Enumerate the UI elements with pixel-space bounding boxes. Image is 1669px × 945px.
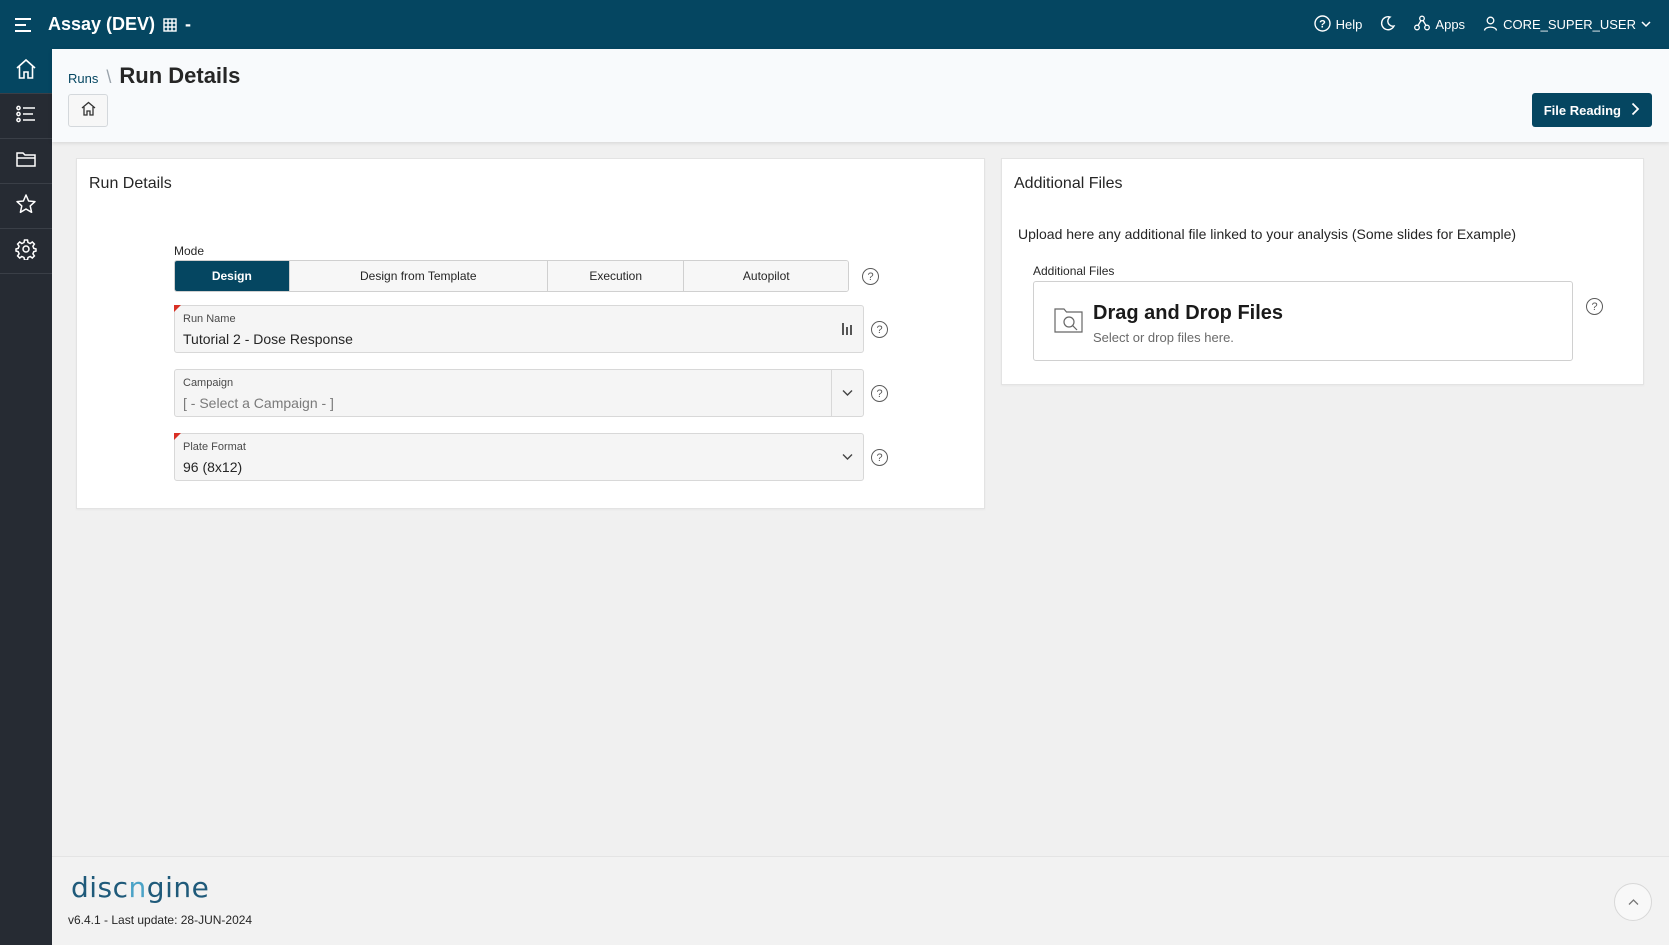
- mode-segmented-control: Design Design from Template Execution Au…: [174, 260, 849, 292]
- gear-icon: [15, 238, 37, 265]
- user-label: CORE_SUPER_USER: [1503, 17, 1636, 32]
- home-button[interactable]: [68, 94, 108, 127]
- home-icon: [81, 101, 96, 121]
- sidebar-item-settings[interactable]: [0, 229, 52, 274]
- additional-files-help-icon[interactable]: ?: [1586, 298, 1603, 315]
- run-name-value[interactable]: Tutorial 2 - Dose Response: [183, 331, 353, 347]
- help-label: Help: [1335, 17, 1363, 32]
- plate-format-select[interactable]: Plate Format 96 (8x12): [174, 433, 864, 481]
- app-title-text: Assay (DEV): [48, 14, 156, 34]
- file-reading-label: File Reading: [1543, 102, 1621, 118]
- app-title-suffix: -: [185, 14, 192, 34]
- logo-part-n: n: [128, 871, 147, 904]
- sidebar: [0, 49, 52, 945]
- apps-label: Apps: [1435, 17, 1466, 32]
- folder-search-icon: [1054, 306, 1084, 339]
- campaign-help-icon[interactable]: ?: [871, 385, 888, 402]
- help-menu[interactable]: ? Help: [1313, 14, 1363, 35]
- mode-autopilot-button[interactable]: Autopilot: [684, 261, 848, 291]
- user-menu[interactable]: CORE_SUPER_USER: [1483, 16, 1651, 34]
- folder-icon: [15, 148, 37, 175]
- additional-files-description: Upload here any additional file linked t…: [1018, 226, 1517, 242]
- breadcrumb: Runs \ Run Details: [68, 63, 240, 89]
- campaign-label: Campaign: [183, 377, 234, 389]
- mode-label: Mode: [174, 244, 205, 258]
- chevron-up-icon: [1628, 893, 1639, 911]
- file-reading-button[interactable]: File Reading: [1531, 93, 1652, 127]
- run-name-label: Run Name: [183, 313, 236, 325]
- page-title: Run Details: [119, 63, 241, 88]
- breadcrumb-runs-link[interactable]: Runs: [68, 71, 98, 86]
- scroll-to-top-button[interactable]: [1614, 883, 1652, 921]
- logo-part-a: disc: [71, 871, 129, 904]
- apps-network-icon: [1414, 15, 1431, 34]
- run-details-card-title: Run Details: [89, 175, 172, 192]
- home-icon: [15, 58, 37, 85]
- campaign-placeholder: [ - Select a Campaign - ]: [183, 395, 334, 411]
- sidebar-item-favorites[interactable]: [0, 184, 52, 229]
- svg-text:?: ?: [1319, 18, 1326, 30]
- discngine-logo: discngine: [71, 871, 209, 904]
- star-icon: [15, 193, 37, 220]
- dropzone-subtitle: Select or drop files here.: [1093, 330, 1234, 345]
- file-dropzone[interactable]: Drag and Drop Files Select or drop files…: [1033, 281, 1573, 361]
- mode-help-icon[interactable]: ?: [862, 268, 879, 285]
- sidebar-item-home[interactable]: [0, 49, 52, 94]
- breadcrumb-separator: \: [106, 67, 112, 87]
- version-text: v6.4.1 - Last update: 28-JUN-2024: [68, 913, 253, 927]
- chevron-down-icon: [1641, 17, 1651, 32]
- hamburger-menu-icon[interactable]: [0, 0, 48, 49]
- sidebar-item-list[interactable]: [0, 94, 52, 139]
- additional-files-card-title: Additional Files: [1014, 175, 1123, 192]
- mode-execution-button[interactable]: Execution: [547, 261, 685, 291]
- apps-menu[interactable]: Apps: [1414, 15, 1465, 34]
- chevron-right-icon: [1631, 102, 1640, 119]
- mode-design-button[interactable]: Design: [175, 261, 290, 291]
- user-icon: [1483, 16, 1498, 34]
- mode-design-from-template-button[interactable]: Design from Template: [289, 261, 548, 291]
- sidebar-item-folder[interactable]: [0, 139, 52, 184]
- plate-format-label: Plate Format: [183, 441, 246, 453]
- page-header: Runs \ Run Details File Reading: [52, 49, 1669, 142]
- additional-files-card: Additional Files Upload here any additio…: [1001, 158, 1644, 385]
- grid-icon: [163, 17, 177, 32]
- app-title[interactable]: Assay (DEV) -: [48, 14, 191, 35]
- moon-icon: [1380, 15, 1396, 34]
- dropzone-title: Drag and Drop Files: [1093, 302, 1284, 324]
- campaign-select[interactable]: Campaign [ - Select a Campaign - ]: [174, 369, 864, 417]
- plate-format-help-icon[interactable]: ?: [871, 449, 888, 466]
- chevron-down-icon[interactable]: [831, 434, 863, 480]
- logo-part-b: gine: [146, 871, 210, 904]
- list-icon: [15, 103, 37, 130]
- top-bar: Assay (DEV) - ? Help Apps CORE_SUPER_USE…: [0, 0, 1669, 49]
- text-length-icon[interactable]: [831, 306, 863, 352]
- dark-mode-toggle[interactable]: [1380, 15, 1396, 34]
- run-name-help-icon[interactable]: ?: [871, 321, 888, 338]
- run-details-card: Run Details Mode Design Design from Temp…: [76, 158, 985, 509]
- help-circle-icon: ?: [1313, 14, 1331, 35]
- footer: discngine v6.4.1 - Last update: 28-JUN-2…: [52, 856, 1669, 945]
- plate-format-value: 96 (8x12): [183, 459, 243, 475]
- run-name-field[interactable]: Run Name Tutorial 2 - Dose Response: [174, 305, 864, 353]
- chevron-down-icon[interactable]: [831, 370, 863, 416]
- additional-files-field-label: Additional Files: [1033, 264, 1115, 278]
